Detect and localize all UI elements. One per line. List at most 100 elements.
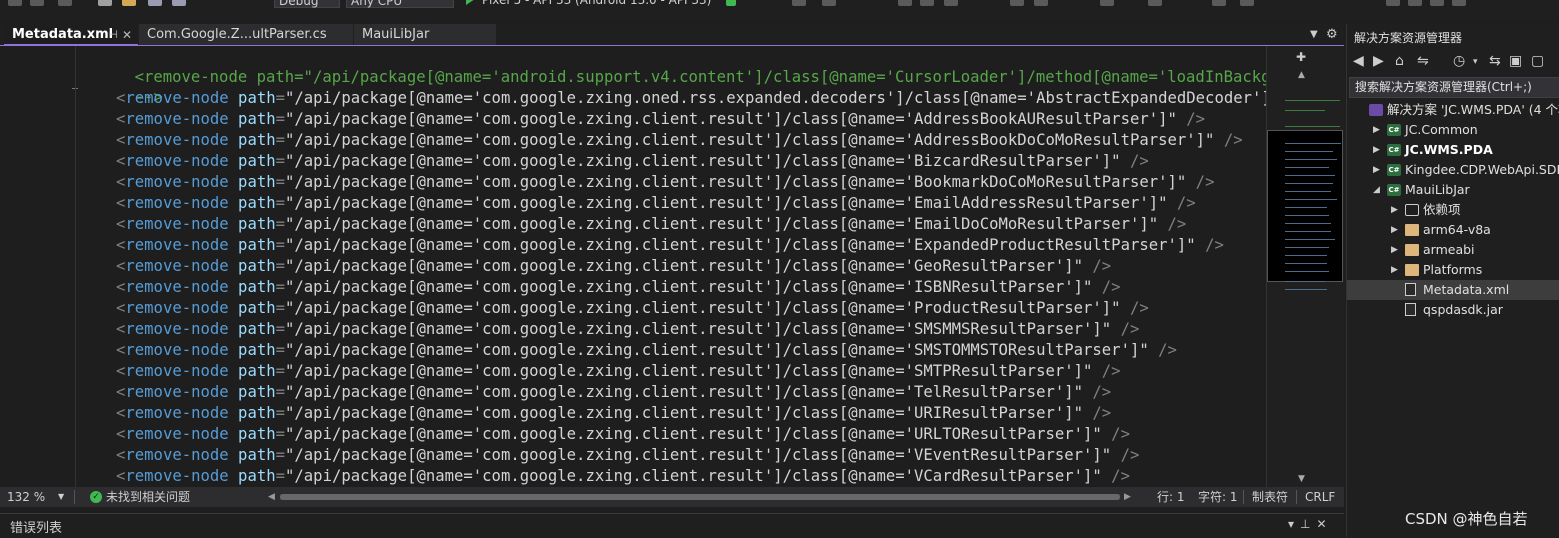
chevron-down-icon[interactable]: ▾ [1288, 517, 1300, 531]
column-indicator[interactable]: 字符: 1 [1198, 487, 1238, 507]
tab-metadata-xml[interactable]: Metadata.xml ⊣ ✕ [4, 24, 138, 46]
configuration-select[interactable]: Debug [274, 0, 340, 8]
solution-search-input[interactable]: 搜索解决方案资源管理器(Ctrl+;) [1349, 77, 1559, 98]
chevron-down-icon[interactable]: ▼ [58, 487, 64, 507]
attribute-name: path [228, 446, 276, 464]
collapsed-icon[interactable]: ▶ [1391, 240, 1398, 260]
tree-item-label: armeabi [1423, 242, 1475, 257]
forward-icon[interactable]: ▶ [1373, 53, 1384, 69]
tree-item[interactable]: ▶ armeabi [1347, 240, 1559, 260]
sync-icon[interactable]: ⇆ [1489, 53, 1501, 69]
chevron-down-icon[interactable]: ▾ [1473, 57, 1478, 67]
open-folder-icon[interactable] [122, 0, 136, 6]
close-icon[interactable]: ✕ [122, 24, 132, 46]
attribute-name: path [228, 152, 276, 170]
collapsed-icon[interactable]: ▶ [1391, 220, 1398, 240]
horizontal-scroll-thumb[interactable] [280, 494, 1120, 500]
save-icon[interactable] [148, 0, 162, 6]
bookmark-icon[interactable] [1408, 0, 1422, 6]
zoom-level[interactable]: 132 % [7, 487, 45, 507]
tree-item[interactable]: 解决方案 'JC.WMS.PDA' (4 个项 [1347, 100, 1559, 120]
switch-views-icon[interactable]: ⇋ [1417, 53, 1429, 69]
issues-status[interactable]: 未找到相关问题 [106, 487, 190, 507]
code-line: <remove-node path="/api/package[@name='c… [116, 193, 1196, 214]
run-target[interactable]: Pixel 5 - API 33 (Android 13.0 - API 33) [482, 0, 711, 8]
code-line: <remove-node path="/api/package[@name='c… [116, 466, 1130, 487]
tab-mauilibjar[interactable]: MauiLibJar [354, 24, 496, 46]
line-ending[interactable]: CRLF [1305, 487, 1335, 507]
tool-icon[interactable] [1100, 0, 1114, 6]
collapsed-icon[interactable]: ▶ [1391, 200, 1398, 220]
tab-com-google-zxing-parser[interactable]: Com.Google.Z...ultParser.cs [139, 24, 353, 46]
scroll-right-icon[interactable]: ▶ [1124, 487, 1131, 507]
equals: = [275, 278, 286, 296]
save-all-icon[interactable] [172, 0, 186, 6]
attribute-value: "/api/package[@name='com.google.zxing.cl… [285, 152, 1121, 170]
tree-item[interactable]: ▶ 依赖项 [1347, 200, 1559, 220]
collapsed-icon[interactable]: ▶ [1373, 140, 1380, 160]
show-all-files-icon[interactable]: ▢ [1531, 53, 1544, 69]
tool-icon[interactable] [920, 0, 934, 6]
tag-close: /> [1195, 236, 1224, 254]
redo-icon[interactable] [30, 0, 44, 6]
tool-icon[interactable] [1034, 0, 1048, 6]
tool-icon[interactable] [822, 0, 836, 6]
gear-icon[interactable]: ⚙ [1326, 24, 1338, 46]
tool-icon[interactable] [1212, 0, 1226, 6]
bookmark-icon[interactable] [1386, 0, 1400, 6]
tab-dropdown-icon[interactable]: ▼ [1310, 24, 1318, 46]
element-name: remove-node [125, 362, 229, 380]
pending-changes-icon[interactable]: ◷ [1453, 53, 1465, 69]
home-icon[interactable]: ⌂ [1395, 53, 1404, 69]
scroll-up-icon[interactable]: ▲ [1298, 70, 1305, 80]
map-line [1285, 191, 1331, 192]
pin-icon[interactable]: ⊥ [1300, 517, 1316, 531]
equals: = [275, 110, 286, 128]
tree-item[interactable]: Metadata.xml [1347, 280, 1559, 300]
bookmark-icon[interactable] [1452, 0, 1466, 6]
run-icon[interactable] [466, 0, 475, 5]
attribute-value: "/api/package[@name='com.google.zxing.cl… [285, 173, 1187, 191]
back-icon[interactable]: ◀ [1353, 53, 1364, 69]
attribute-value: "/api/package[@name='com.google.zxing.cl… [285, 425, 1102, 443]
tool-icon[interactable] [1148, 0, 1162, 6]
new-file-icon[interactable] [98, 0, 112, 6]
tool-icon[interactable] [792, 0, 806, 6]
scroll-down-icon[interactable]: ▼ [1298, 474, 1305, 484]
map-line [1285, 215, 1329, 216]
start-without-debug-icon[interactable] [726, 0, 736, 6]
collapsed-icon[interactable]: ▶ [1391, 260, 1398, 280]
undo-icon[interactable] [8, 0, 22, 6]
tree-item[interactable]: ▶ C# JC.WMS.PDA [1347, 140, 1559, 160]
close-icon[interactable]: ✕ [1316, 517, 1332, 531]
line-indicator[interactable]: 行: 1 [1157, 487, 1185, 507]
tree-item-label: qspdasdk.jar [1423, 302, 1503, 317]
nav-icon[interactable] [58, 0, 72, 6]
tool-icon[interactable] [1010, 0, 1024, 6]
scroll-left-icon[interactable]: ◀ [268, 487, 275, 507]
collapsed-icon[interactable]: ▶ [1373, 160, 1380, 180]
indent-mode[interactable]: 制表符 [1252, 487, 1288, 507]
tool-icon[interactable] [944, 0, 958, 6]
pin-icon[interactable]: ⊣ [108, 24, 118, 46]
tree-item[interactable]: ▶ arm64-v8a [1347, 220, 1559, 240]
element-name: remove-node [125, 467, 229, 485]
tree-item[interactable]: ▶ Platforms [1347, 260, 1559, 280]
map-viewport[interactable] [1267, 130, 1343, 282]
bookmark-icon[interactable] [1430, 0, 1444, 6]
expanded-icon[interactable]: ◢ [1373, 180, 1380, 200]
error-list-title[interactable]: 错误列表 [10, 517, 62, 536]
tree-item[interactable]: ▶ C# Kingdee.CDP.WebApi.SDK [1347, 160, 1559, 180]
tool-icon[interactable] [898, 0, 912, 6]
split-icon[interactable]: ✚ [1296, 50, 1306, 64]
platform-select[interactable]: Any CPU [346, 0, 454, 8]
code-editor[interactable]: <remove-node path="/api/package[@name='a… [0, 46, 1266, 487]
collapse-all-icon[interactable]: ▣ [1509, 53, 1522, 69]
tag-close: /> [1083, 383, 1112, 401]
tree-item[interactable]: ▶ C# JC.Common [1347, 120, 1559, 140]
collapsed-icon[interactable]: ▶ [1373, 120, 1380, 140]
equals: = [275, 173, 286, 191]
tree-item[interactable]: qspdasdk.jar [1347, 300, 1559, 320]
tree-item[interactable]: ◢ C# MauiLibJar [1347, 180, 1559, 200]
tool-icon[interactable] [1240, 0, 1254, 6]
